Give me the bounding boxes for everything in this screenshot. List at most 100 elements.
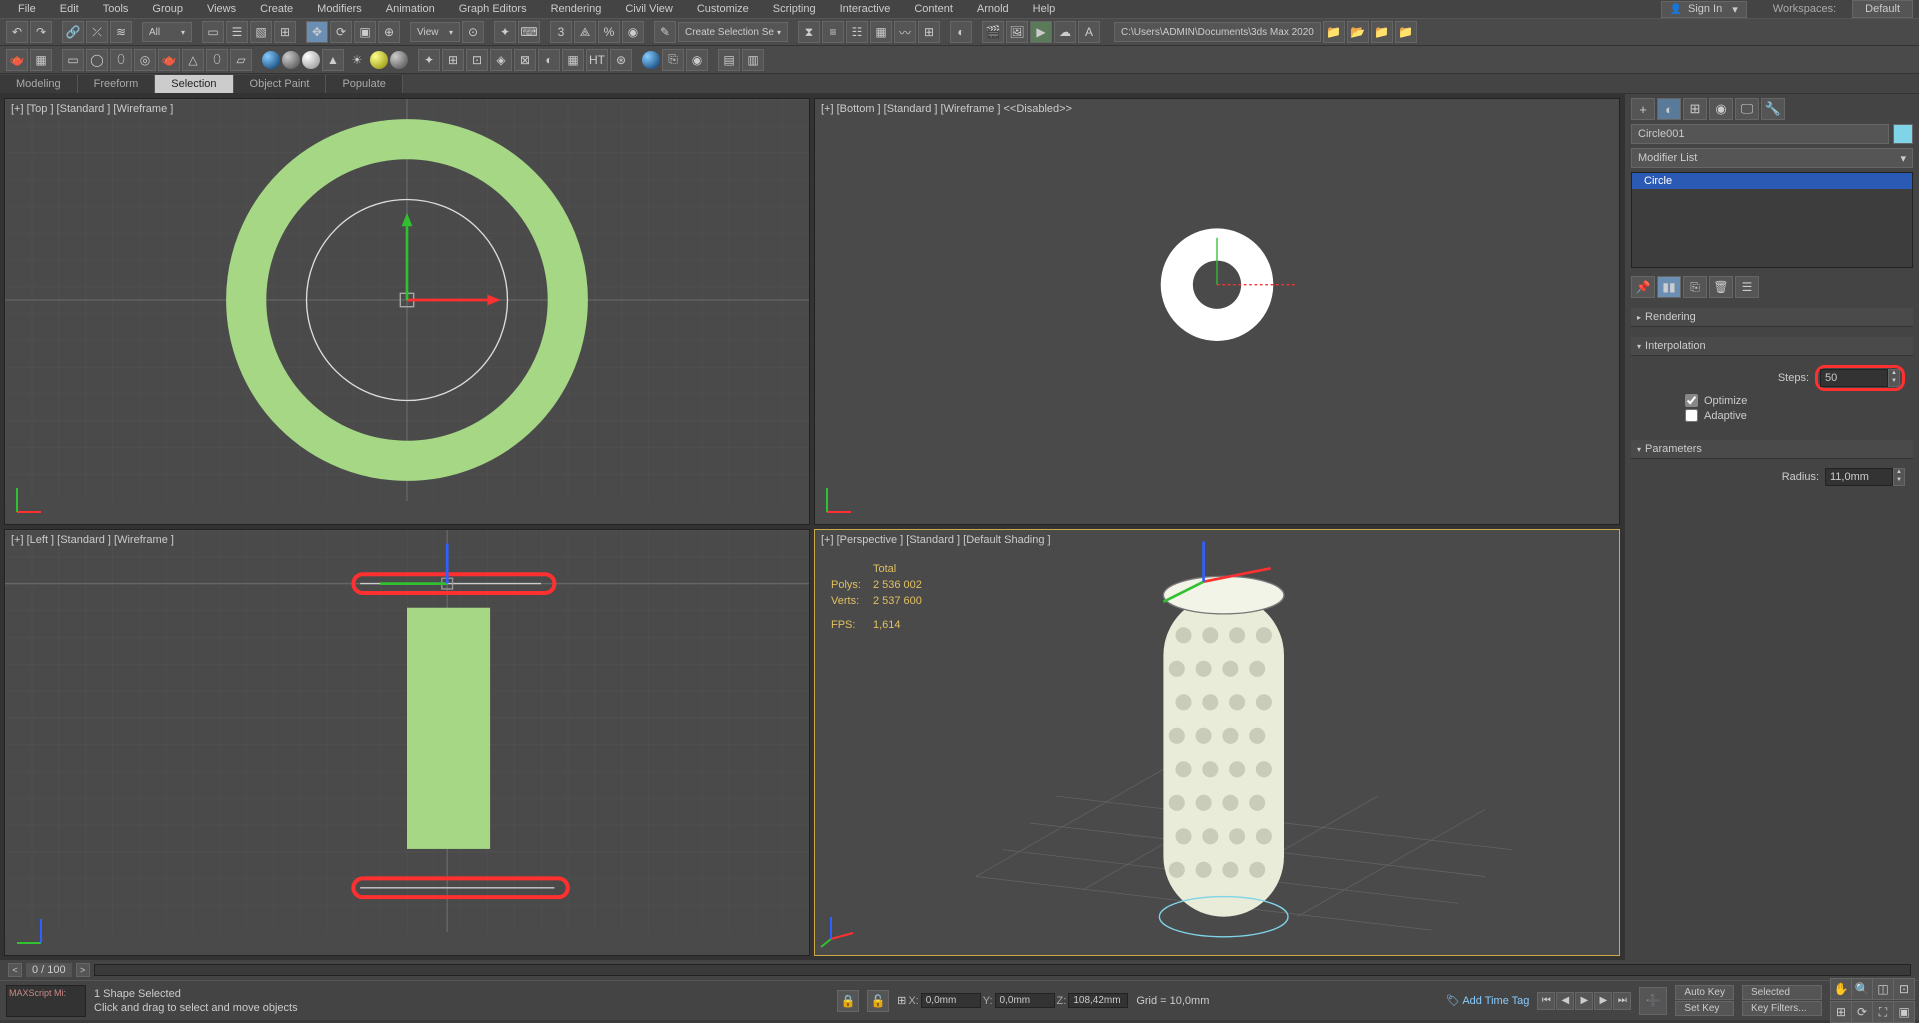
bind-button[interactable]: ≋ — [110, 21, 132, 43]
coord-mode-icon[interactable]: ⊞ — [897, 994, 906, 1007]
mirror-button[interactable]: ⧗ — [798, 21, 820, 43]
curve-editor-button[interactable]: 〰 — [894, 21, 916, 43]
schematic-view-button[interactable]: ⊞ — [918, 21, 940, 43]
zoom-button[interactable]: 🔍 — [1851, 978, 1873, 1000]
menu-content[interactable]: Content — [902, 1, 965, 17]
folder4-button[interactable]: 📁 — [1395, 21, 1417, 43]
util1-icon[interactable]: ⎘ — [662, 49, 684, 71]
select-object-button[interactable]: ▭ — [202, 21, 224, 43]
selection-filter-dropdown[interactable]: All — [142, 22, 192, 42]
helper7-icon[interactable]: ▦ — [562, 49, 584, 71]
remove-modifier-button[interactable]: 🗑 — [1709, 276, 1733, 298]
layer-explorer-button[interactable]: ☷ — [846, 21, 868, 43]
motion-tab[interactable]: ◉ — [1709, 98, 1733, 120]
menu-group[interactable]: Group — [140, 1, 195, 17]
viewport-left[interactable]: [+] [Left ] [Standard ] [Wireframe ] — [4, 529, 810, 956]
goto-start-button[interactable]: ⏮ — [1537, 992, 1555, 1010]
helper3-icon[interactable]: ⊡ — [466, 49, 488, 71]
make-unique-button[interactable]: ⎘ — [1683, 276, 1707, 298]
blue-sphere-icon[interactable] — [262, 51, 280, 69]
light-icon[interactable]: ▲ — [322, 49, 344, 71]
sphere-icon[interactable]: ◯ — [86, 49, 108, 71]
teapot2-icon[interactable]: 🫖 — [158, 49, 180, 71]
use-pivot-button[interactable]: ⊙ — [462, 21, 484, 43]
optimize-checkbox[interactable] — [1685, 394, 1698, 407]
y-coord-input[interactable] — [995, 993, 1055, 1008]
pin-stack-button[interactable]: 📌 — [1631, 276, 1655, 298]
ref-coord-dropdown[interactable]: View — [410, 22, 460, 42]
modify-tab[interactable]: ◐ — [1657, 98, 1681, 120]
adaptive-checkbox[interactable] — [1685, 409, 1698, 422]
folder3-button[interactable]: 📁 — [1371, 21, 1393, 43]
select-place-button[interactable]: ⊕ — [378, 21, 400, 43]
maxscript-listener[interactable]: MAXScript Mi: — [6, 985, 86, 1017]
setkey-button[interactable]: Set Key — [1675, 1001, 1734, 1016]
timeline-track[interactable] — [94, 964, 1911, 976]
util3-icon[interactable]: ▤ — [718, 49, 740, 71]
viewport-left-label[interactable]: [+] [Left ] [Standard ] [Wireframe ] — [11, 534, 174, 546]
align-button[interactable]: ≡ — [822, 21, 844, 43]
isolate-selection-button[interactable]: 🔒 — [837, 990, 859, 1012]
viewport-bottom[interactable]: [+] [Bottom ] [Standard ] [Wireframe ] <… — [814, 98, 1620, 525]
autokey-button[interactable]: Auto Key — [1675, 985, 1734, 1000]
timeline-prev-button[interactable]: < — [8, 963, 22, 977]
folder2-button[interactable]: 📂 — [1347, 21, 1369, 43]
menu-tools[interactable]: Tools — [91, 1, 141, 17]
utilities-tab[interactable]: 🔧 — [1761, 98, 1785, 120]
select-rotate-button[interactable]: ⟳ — [330, 21, 352, 43]
create-tab[interactable]: + — [1631, 98, 1655, 120]
select-rect-button[interactable]: ▧ — [250, 21, 272, 43]
viewport-top[interactable]: [+] [Top ] [Standard ] [Wireframe ] — [4, 98, 810, 525]
teapot-icon[interactable]: 🫖 — [6, 49, 28, 71]
menu-rendering[interactable]: Rendering — [539, 1, 614, 17]
viewport-perspective[interactable]: [+] [Perspective ] [Standard ] [Default … — [814, 529, 1620, 956]
rendered-frame-button[interactable]: 🖼 — [1006, 21, 1028, 43]
menu-file[interactable]: File — [6, 1, 48, 17]
cylinder-icon[interactable]: ⬯ — [110, 49, 132, 71]
redo-button[interactable]: ↷ — [30, 21, 52, 43]
key-filter-dropdown[interactable]: Selected — [1742, 985, 1822, 1000]
ribbon-tab-populate[interactable]: Populate — [326, 75, 402, 93]
object-color-swatch[interactable] — [1893, 124, 1913, 144]
menu-modifiers[interactable]: Modifiers — [305, 1, 374, 17]
angle-snap-button[interactable]: ⟁ — [574, 21, 596, 43]
key-filters-button[interactable]: Key Filters... — [1742, 1001, 1822, 1016]
helper1-icon[interactable]: ✦ — [418, 49, 440, 71]
edit-named-sel-button[interactable]: ✎ — [654, 21, 676, 43]
menu-animation[interactable]: Animation — [374, 1, 447, 17]
named-sel-dropdown[interactable]: Create Selection Se — [678, 22, 788, 42]
render-online-button[interactable]: ☁ — [1054, 21, 1076, 43]
fov-button[interactable]: ◫ — [1872, 978, 1894, 1000]
timeline-frame-display[interactable]: 0 / 100 — [26, 963, 72, 977]
gray-sphere-icon[interactable] — [282, 51, 300, 69]
ribbon-tab-modeling[interactable]: Modeling — [0, 75, 78, 93]
select-move-button[interactable]: ✥ — [306, 21, 328, 43]
sun-icon[interactable]: ☀ — [346, 49, 368, 71]
next-frame-button[interactable]: ▶ — [1594, 992, 1612, 1010]
interpolation-rollout-header[interactable]: Interpolation — [1631, 337, 1913, 356]
menu-views[interactable]: Views — [195, 1, 248, 17]
radius-spinner-arrows[interactable]: ▲▼ — [1893, 468, 1905, 486]
menu-graph-editors[interactable]: Graph Editors — [447, 1, 539, 17]
torus-icon[interactable]: ◎ — [134, 49, 156, 71]
set-project-button[interactable]: 📁 — [1323, 21, 1345, 43]
ribbon-tab-freeform[interactable]: Freeform — [78, 75, 156, 93]
workspaces-dropdown[interactable]: Default — [1852, 0, 1913, 18]
cone-icon[interactable]: △ — [182, 49, 204, 71]
viewport-perspective-label[interactable]: [+] [Perspective ] [Standard ] [Default … — [821, 534, 1051, 546]
cage-icon[interactable]: ▦ — [30, 49, 52, 71]
percent-snap-button[interactable]: % — [598, 21, 620, 43]
viewport-bottom-label[interactable]: [+] [Bottom ] [Standard ] [Wireframe ] <… — [821, 103, 1072, 115]
menu-create[interactable]: Create — [248, 1, 305, 17]
add-time-tag[interactable]: 🏷 Add Time Tag — [1446, 994, 1529, 1007]
goto-end-button[interactable]: ⏭ — [1613, 992, 1631, 1010]
material-editor-button[interactable]: ◐ — [950, 21, 972, 43]
x-coord-input[interactable] — [921, 993, 981, 1008]
render-setup-button[interactable]: 🎬 — [982, 21, 1004, 43]
time-config-button[interactable]: ➕ — [1639, 987, 1667, 1015]
link-button[interactable]: 🔗 — [62, 21, 84, 43]
viewport-top-label[interactable]: [+] [Top ] [Standard ] [Wireframe ] — [11, 103, 173, 115]
open-autodesk-button[interactable]: A — [1078, 21, 1100, 43]
menu-arnold[interactable]: Arnold — [965, 1, 1021, 17]
configure-sets-button[interactable]: ☰ — [1735, 276, 1759, 298]
